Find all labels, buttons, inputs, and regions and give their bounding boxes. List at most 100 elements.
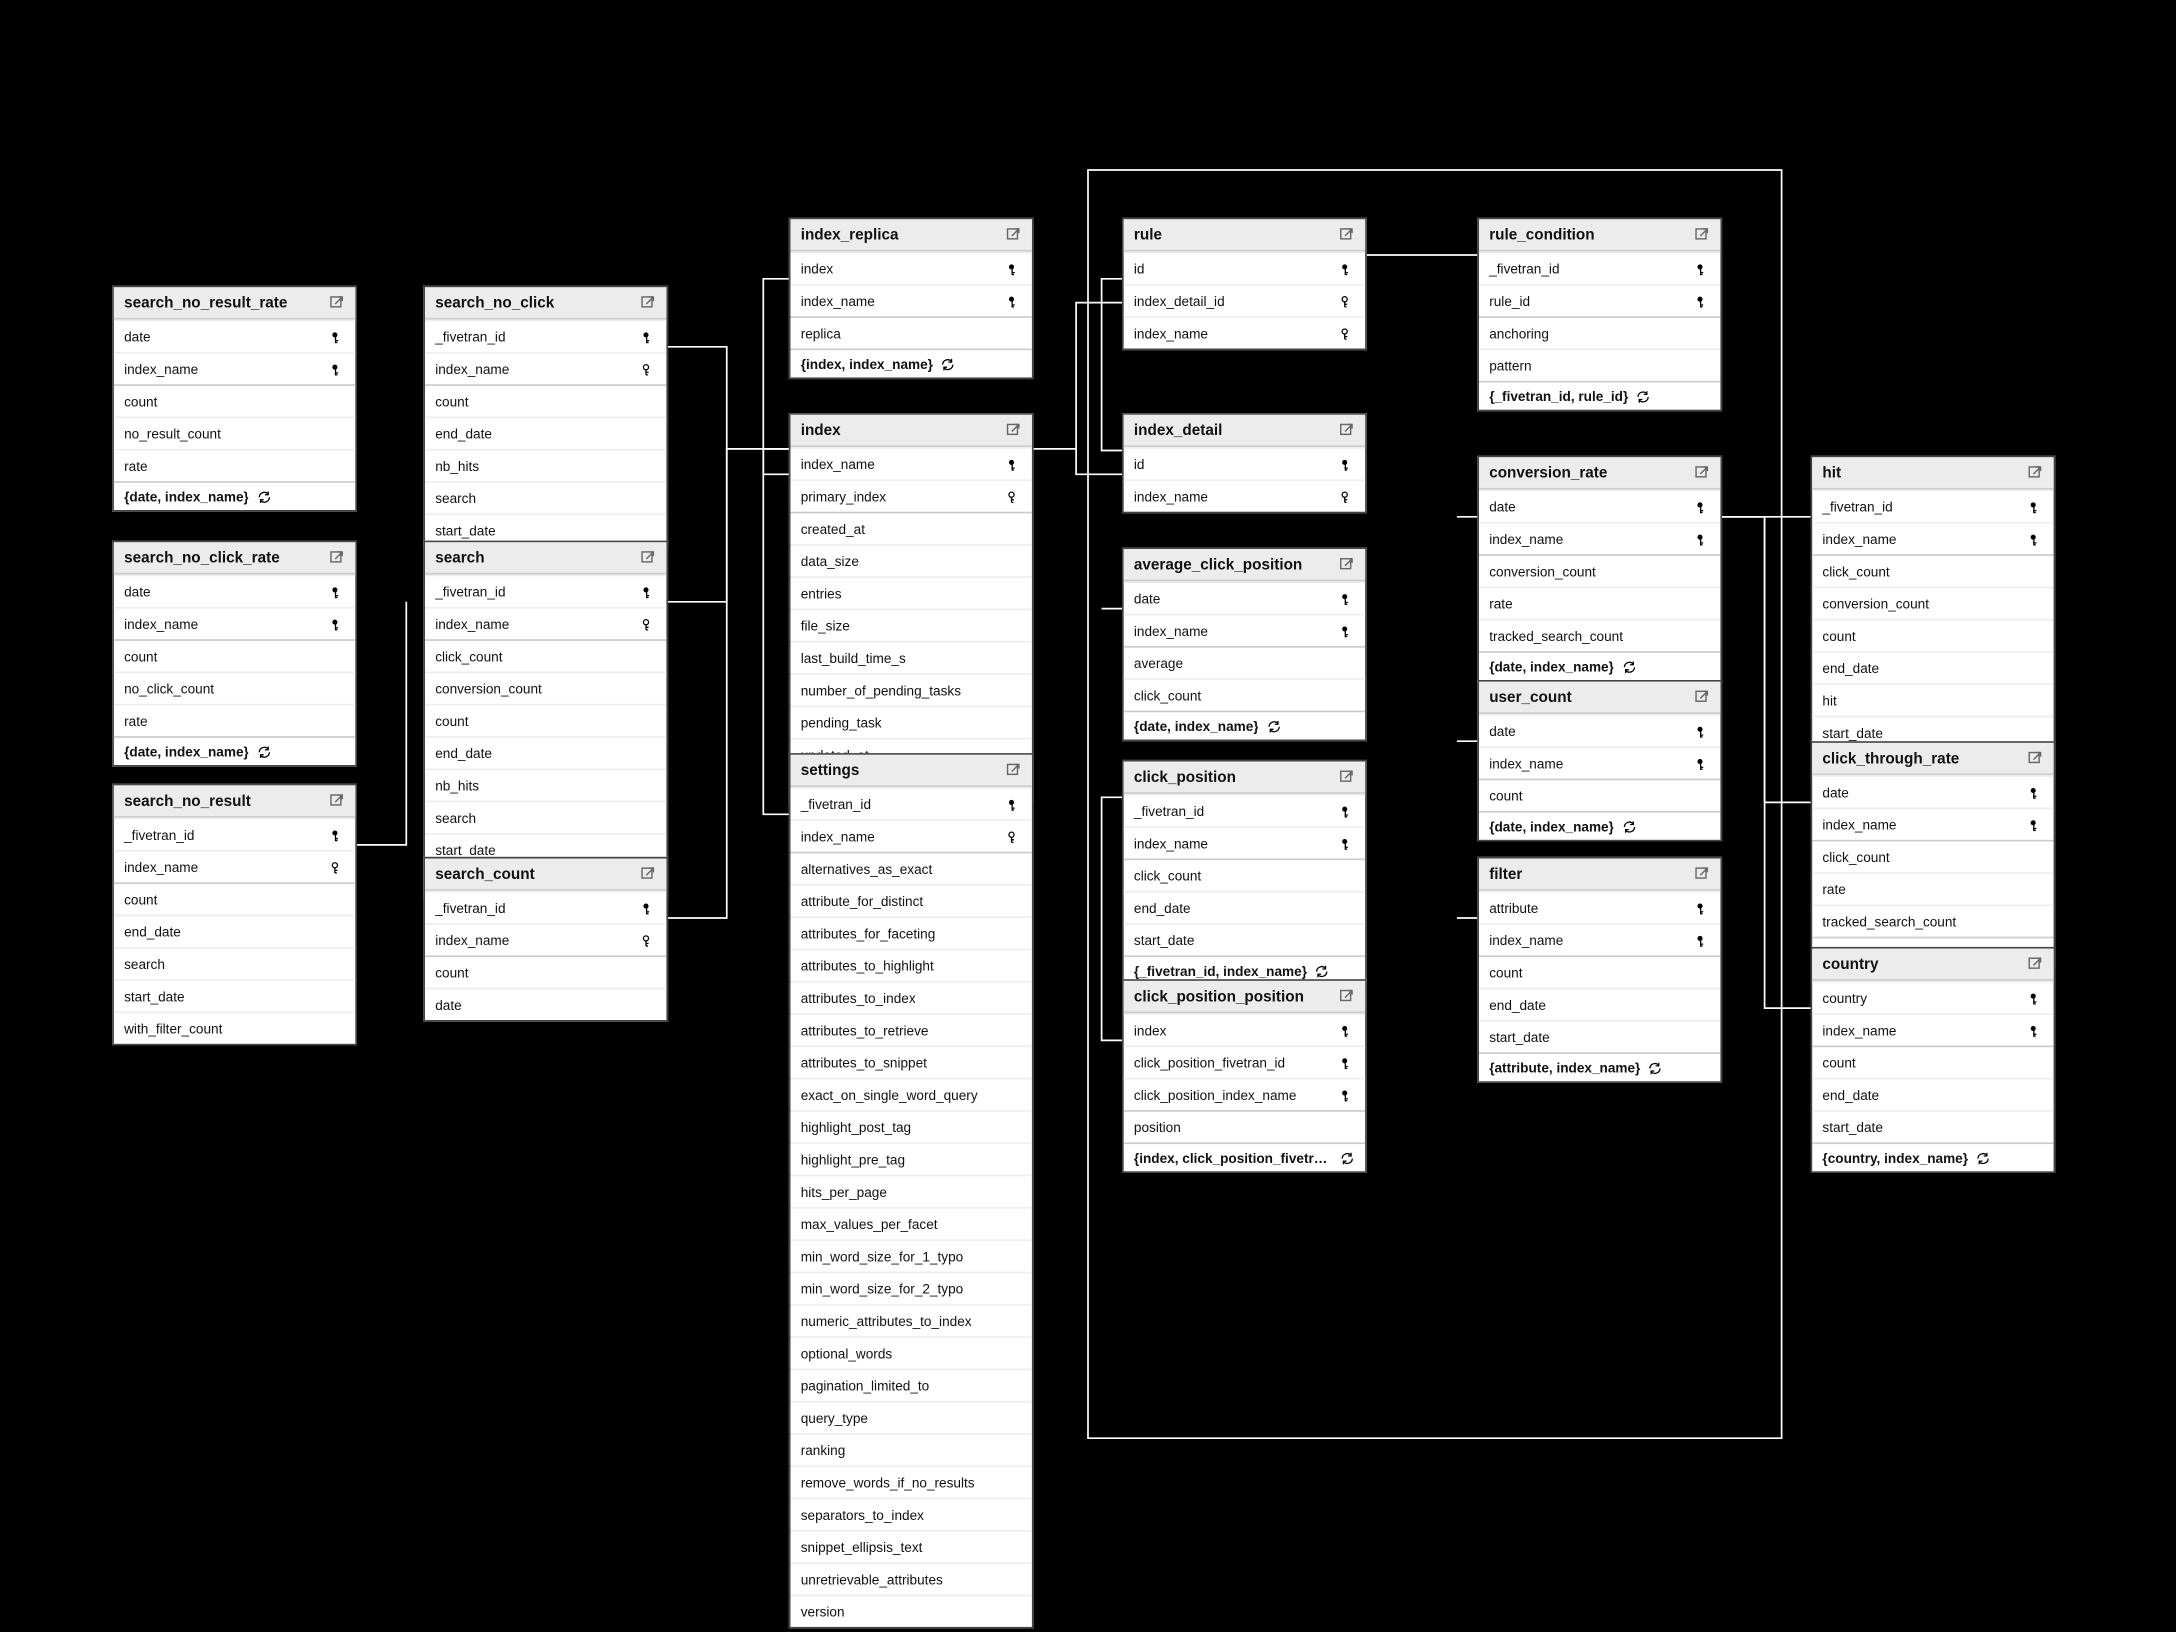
table-header[interactable]: index xyxy=(791,415,1032,447)
table-header[interactable]: search xyxy=(425,542,666,574)
popout-icon[interactable] xyxy=(328,549,345,566)
relationship-edge xyxy=(763,279,789,449)
popout-icon[interactable] xyxy=(1693,226,1710,243)
table-column: conversion_count xyxy=(425,672,666,704)
table-index_detail[interactable]: index_detailidindex_name xyxy=(1122,413,1367,513)
table-header[interactable]: index_detail xyxy=(1124,415,1365,447)
table-column: attribute xyxy=(1479,891,1720,923)
table-header[interactable]: index_replica xyxy=(791,219,1032,251)
primary-key-icon xyxy=(639,328,656,345)
table-search_no_result[interactable]: search_no_result_fivetran_idindex_nameco… xyxy=(112,784,357,1046)
table-header[interactable]: settings xyxy=(791,755,1032,787)
primary-key-icon xyxy=(1338,1086,1355,1103)
popout-icon[interactable] xyxy=(639,549,656,566)
column-name: rate xyxy=(1822,881,1845,896)
table-header[interactable]: rule_condition xyxy=(1479,219,1720,251)
table-user_count[interactable]: user_countdateindex_namecount{date, inde… xyxy=(1477,680,1722,842)
table-column: rate xyxy=(1479,587,1720,619)
popout-icon[interactable] xyxy=(1338,226,1355,243)
table-header[interactable]: average_click_position xyxy=(1124,549,1365,581)
table-header[interactable]: user_count xyxy=(1479,682,1720,714)
relationship-edge xyxy=(763,449,789,475)
table-index[interactable]: indexindex_nameprimary_indexcreated_atda… xyxy=(789,413,1034,804)
popout-icon[interactable] xyxy=(2026,464,2043,481)
table-header[interactable]: filter xyxy=(1479,859,1720,891)
table-search_count[interactable]: search_count_fivetran_idindex_namecountd… xyxy=(423,857,668,1022)
table-header[interactable]: country xyxy=(1812,949,2053,981)
table-column: start_date xyxy=(1812,1110,2053,1142)
popout-icon[interactable] xyxy=(1005,762,1022,779)
popout-icon[interactable] xyxy=(2026,750,2043,767)
table-search_no_click_rate[interactable]: search_no_click_ratedateindex_namecountn… xyxy=(112,541,357,767)
column-name: _fivetran_id xyxy=(1489,261,1559,276)
popout-icon[interactable] xyxy=(1338,422,1355,439)
column-name: count xyxy=(435,713,468,728)
table-header[interactable]: click_position_position xyxy=(1124,981,1365,1013)
popout-icon[interactable] xyxy=(639,865,656,882)
relationship-edge xyxy=(1030,303,1122,449)
table-column: no_result_count xyxy=(114,417,355,449)
table-column: conversion_count xyxy=(1479,554,1720,586)
column-name: index_name xyxy=(1822,817,1896,832)
table-index_replica[interactable]: index_replicaindexindex_namereplica{inde… xyxy=(789,218,1034,380)
table-header[interactable]: click_through_rate xyxy=(1812,743,2053,775)
table-header[interactable]: conversion_rate xyxy=(1479,457,1720,489)
popout-icon[interactable] xyxy=(1338,556,1355,573)
column-name: id xyxy=(1134,456,1145,471)
foreign-key-icon xyxy=(639,360,656,377)
table-average_click_position[interactable]: average_click_positiondateindex_nameaver… xyxy=(1122,547,1367,741)
table-column: attributes_for_faceting xyxy=(791,916,1032,948)
table-title: hit xyxy=(1822,464,1841,481)
popout-icon[interactable] xyxy=(1693,689,1710,706)
table-column: position xyxy=(1124,1110,1365,1142)
table-search_no_click[interactable]: search_no_click_fivetran_idindex_namecou… xyxy=(423,286,668,548)
table-country[interactable]: countrycountryindex_namecountend_datesta… xyxy=(1811,947,2056,1173)
column-name: click_count xyxy=(435,649,502,664)
column-name: number_of_pending_tasks xyxy=(801,683,961,698)
table-header[interactable]: search_count xyxy=(425,859,666,891)
table-column: date xyxy=(1812,775,2053,807)
table-header[interactable]: search_no_click xyxy=(425,287,666,319)
table-header[interactable]: search_no_result_rate xyxy=(114,287,355,319)
table-header[interactable]: hit xyxy=(1812,457,2053,489)
table-search[interactable]: search_fivetran_idindex_nameclick_countc… xyxy=(423,541,668,900)
table-click_through_rate[interactable]: click_through_ratedateindex_nameclick_co… xyxy=(1811,741,2056,967)
popout-icon[interactable] xyxy=(1693,865,1710,882)
table-header[interactable]: rule xyxy=(1124,219,1365,251)
popout-icon[interactable] xyxy=(1338,988,1355,1005)
table-column: highlight_pre_tag xyxy=(791,1142,1032,1174)
table-hit[interactable]: hit_fivetran_idindex_nameclick_countconv… xyxy=(1811,456,2056,782)
table-column: start_date xyxy=(1479,1020,1720,1052)
popout-icon[interactable] xyxy=(2026,955,2043,972)
table-rule[interactable]: ruleidindex_detail_idindex_name xyxy=(1122,218,1367,351)
popout-icon[interactable] xyxy=(328,792,345,809)
table-column: entries xyxy=(791,576,1032,608)
popout-icon[interactable] xyxy=(1005,422,1022,439)
table-column: index_name xyxy=(425,923,666,955)
table-column: start_date xyxy=(1124,923,1365,955)
primary-key-icon xyxy=(639,899,656,916)
table-filter[interactable]: filterattributeindex_namecountend_datest… xyxy=(1477,857,1722,1083)
popout-icon[interactable] xyxy=(1005,226,1022,243)
table-column: _fivetran_id xyxy=(425,575,666,607)
primary-key-icon xyxy=(1693,260,1710,277)
column-name: alternatives_as_exact xyxy=(801,861,933,876)
table-header[interactable]: search_no_click_rate xyxy=(114,542,355,574)
table-settings[interactable]: settings_fivetran_idindex_namealternativ… xyxy=(789,753,1034,1629)
column-name: replica xyxy=(801,326,841,341)
column-name: end_date xyxy=(1489,997,1546,1012)
primary-key-icon xyxy=(328,583,345,600)
table-header[interactable]: click_position xyxy=(1124,762,1365,794)
table-header[interactable]: search_no_result xyxy=(114,785,355,817)
table-conversion_rate[interactable]: conversion_ratedateindex_nameconversion_… xyxy=(1477,456,1722,682)
popout-icon[interactable] xyxy=(639,294,656,311)
popout-icon[interactable] xyxy=(1693,464,1710,481)
table-search_no_result_rate[interactable]: search_no_result_ratedateindex_namecount… xyxy=(112,286,357,512)
column-name: highlight_post_tag xyxy=(801,1119,911,1134)
column-name: rate xyxy=(1489,596,1512,611)
popout-icon[interactable] xyxy=(328,294,345,311)
table-click_position[interactable]: click_position_fivetran_idindex_nameclic… xyxy=(1122,760,1367,986)
popout-icon[interactable] xyxy=(1338,768,1355,785)
table-rule_condition[interactable]: rule_condition_fivetran_idrule_idanchori… xyxy=(1477,218,1722,412)
table-click_position_position[interactable]: click_position_positionindexclick_positi… xyxy=(1122,979,1367,1173)
